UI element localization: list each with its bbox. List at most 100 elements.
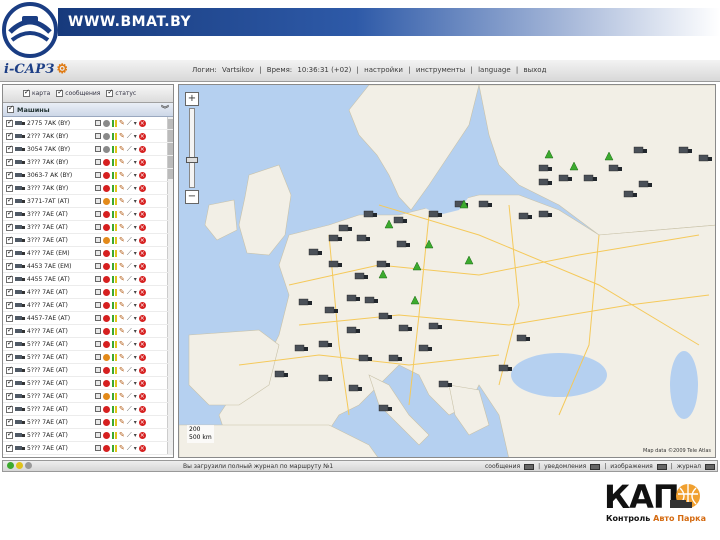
info-icon[interactable] — [95, 341, 101, 347]
dropdown-arrow-icon[interactable]: ▾ — [134, 315, 137, 322]
info-icon[interactable] — [95, 328, 101, 334]
route-icon[interactable]: ⟋ — [127, 405, 132, 413]
dropdown-arrow-icon[interactable]: ▾ — [134, 250, 137, 257]
vehicle-checkbox[interactable] — [6, 287, 13, 296]
mode-status[interactable]: статус — [106, 88, 136, 97]
vehicle-checkbox[interactable] — [6, 274, 13, 283]
info-icon[interactable] — [95, 172, 101, 178]
dropdown-arrow-icon[interactable]: ▾ — [134, 289, 137, 296]
dropdown-arrow-icon[interactable]: ▾ — [134, 406, 137, 413]
vehicle-checkbox[interactable] — [6, 391, 13, 400]
route-icon[interactable]: ⟋ — [127, 301, 132, 309]
edit-icon[interactable]: ✎ — [119, 405, 125, 413]
tab-messages[interactable]: сообщения — [485, 463, 520, 470]
vehicle-row[interactable]: 4??? 7AE (AT) ✎⟋▾× — [3, 286, 173, 299]
vehicle-name[interactable]: 5??? 7AE (AT) — [27, 432, 79, 439]
vehicle-name[interactable]: 5??? 7AE (AT) — [27, 419, 79, 426]
tab-notifications[interactable]: уведомления — [544, 463, 586, 470]
vehicle-row[interactable]: 3771-7AT (AT) ✎⟋▾× — [3, 195, 173, 208]
vehicle-row[interactable]: 5??? 7AE (AT) ✎⟋▾× — [3, 416, 173, 429]
vehicle-row[interactable]: 3??? 7AE (AT) ✎⟋▾× — [3, 221, 173, 234]
vehicle-checkbox[interactable] — [6, 222, 13, 231]
dropdown-arrow-icon[interactable]: ▾ — [134, 302, 137, 309]
vehicle-name[interactable]: 3??? 7AE (AT) — [27, 224, 79, 231]
route-icon[interactable]: ⟋ — [127, 418, 132, 426]
route-icon[interactable]: ⟋ — [127, 145, 132, 153]
edit-icon[interactable]: ✎ — [119, 301, 125, 309]
zoom-in-button[interactable]: + — [185, 92, 199, 106]
menu-language[interactable]: language — [478, 66, 511, 74]
vehicle-checkbox[interactable] — [6, 144, 13, 153]
delete-icon[interactable]: × — [138, 366, 146, 374]
info-icon[interactable] — [95, 276, 101, 282]
route-icon[interactable]: ⟋ — [127, 340, 132, 348]
delete-icon[interactable]: × — [138, 275, 146, 283]
edit-icon[interactable]: ✎ — [119, 431, 125, 439]
edit-icon[interactable]: ✎ — [119, 340, 125, 348]
info-icon[interactable] — [95, 159, 101, 165]
delete-icon[interactable]: × — [138, 145, 146, 153]
vehicle-row[interactable]: 5??? 7AE (AT) ✎⟋▾× — [3, 429, 173, 442]
dropdown-arrow-icon[interactable]: ▾ — [134, 380, 137, 387]
edit-icon[interactable]: ✎ — [119, 184, 125, 192]
edit-icon[interactable]: ✎ — [119, 119, 125, 127]
route-icon[interactable]: ⟋ — [127, 444, 132, 452]
vehicle-checkbox[interactable] — [6, 378, 13, 387]
info-icon[interactable] — [95, 354, 101, 360]
info-icon[interactable] — [95, 289, 101, 295]
dropdown-arrow-icon[interactable]: ▾ — [134, 211, 137, 218]
route-icon[interactable]: ⟋ — [127, 197, 132, 205]
info-icon[interactable] — [95, 250, 101, 256]
dropdown-arrow-icon[interactable]: ▾ — [134, 146, 137, 153]
route-icon[interactable]: ⟋ — [127, 288, 132, 296]
tab-images[interactable]: изображения — [610, 463, 652, 470]
info-icon[interactable] — [95, 198, 101, 204]
messages-icon[interactable] — [524, 463, 535, 470]
delete-icon[interactable]: × — [138, 392, 146, 400]
vehicle-name[interactable]: 3??? 7AK (BY) — [27, 185, 79, 192]
info-icon[interactable] — [95, 224, 101, 230]
delete-icon[interactable]: × — [138, 171, 146, 179]
vehicle-checkbox[interactable] — [6, 313, 13, 322]
tab-journal[interactable]: журнал — [677, 463, 701, 470]
vehicle-checkbox[interactable] — [6, 235, 13, 244]
vehicle-row[interactable]: 3??? 7AE (AT) ✎⟋▾× — [3, 234, 173, 247]
edit-icon[interactable]: ✎ — [119, 171, 125, 179]
vehicle-name[interactable]: 3771-7AT (AT) — [27, 198, 79, 205]
edit-icon[interactable]: ✎ — [119, 197, 125, 205]
vehicle-name[interactable]: 5??? 7AE (AT) — [27, 367, 79, 374]
dropdown-arrow-icon[interactable]: ▾ — [134, 263, 137, 270]
route-icon[interactable]: ⟋ — [127, 119, 132, 127]
route-icon[interactable]: ⟋ — [127, 158, 132, 166]
vehicle-checkbox[interactable] — [6, 326, 13, 335]
vehicle-name[interactable]: 3??? 7AE (AT) — [27, 211, 79, 218]
delete-icon[interactable]: × — [138, 314, 146, 322]
info-icon[interactable] — [95, 146, 101, 152]
route-icon[interactable]: ⟋ — [127, 353, 132, 361]
dropdown-arrow-icon[interactable]: ▾ — [134, 133, 137, 140]
info-icon[interactable] — [95, 302, 101, 308]
notifications-icon[interactable] — [590, 463, 601, 470]
zoom-slider[interactable] — [186, 108, 198, 188]
vehicle-name[interactable]: 4455 7AE (AT) — [27, 276, 79, 283]
mode-status-checkbox[interactable] — [106, 88, 114, 97]
vehicle-checkbox[interactable] — [6, 443, 13, 452]
zoom-slider-knob[interactable] — [186, 157, 198, 163]
delete-icon[interactable]: × — [138, 249, 146, 257]
route-icon[interactable]: ⟋ — [127, 314, 132, 322]
vehicle-name[interactable]: 3063-7 AK (BY) — [27, 172, 79, 179]
info-icon[interactable] — [95, 263, 101, 269]
vehicle-name[interactable]: 5??? 7AE (AT) — [27, 380, 79, 387]
edit-icon[interactable]: ✎ — [119, 275, 125, 283]
vehicle-row[interactable]: 2775 7AK (BY) ✎⟋▾× — [3, 117, 173, 130]
mode-messages-checkbox[interactable] — [56, 88, 64, 97]
delete-icon[interactable]: × — [138, 236, 146, 244]
vehicle-row[interactable]: 5??? 7AE (AT) ✎⟋▾× — [3, 364, 173, 377]
edit-icon[interactable]: ✎ — [119, 353, 125, 361]
vehicle-row[interactable]: 3063-7 AK (BY) ✎⟋▾× — [3, 169, 173, 182]
vehicle-name[interactable]: 5??? 7AE (AT) — [27, 445, 79, 452]
vehicle-checkbox[interactable] — [6, 404, 13, 413]
vehicle-checkbox[interactable] — [6, 365, 13, 374]
vehicle-row[interactable]: 4??? 7AE (AT) ✎⟋▾× — [3, 299, 173, 312]
vehicle-row[interactable]: 4457-7AE (AT) ✎⟋▾× — [3, 312, 173, 325]
